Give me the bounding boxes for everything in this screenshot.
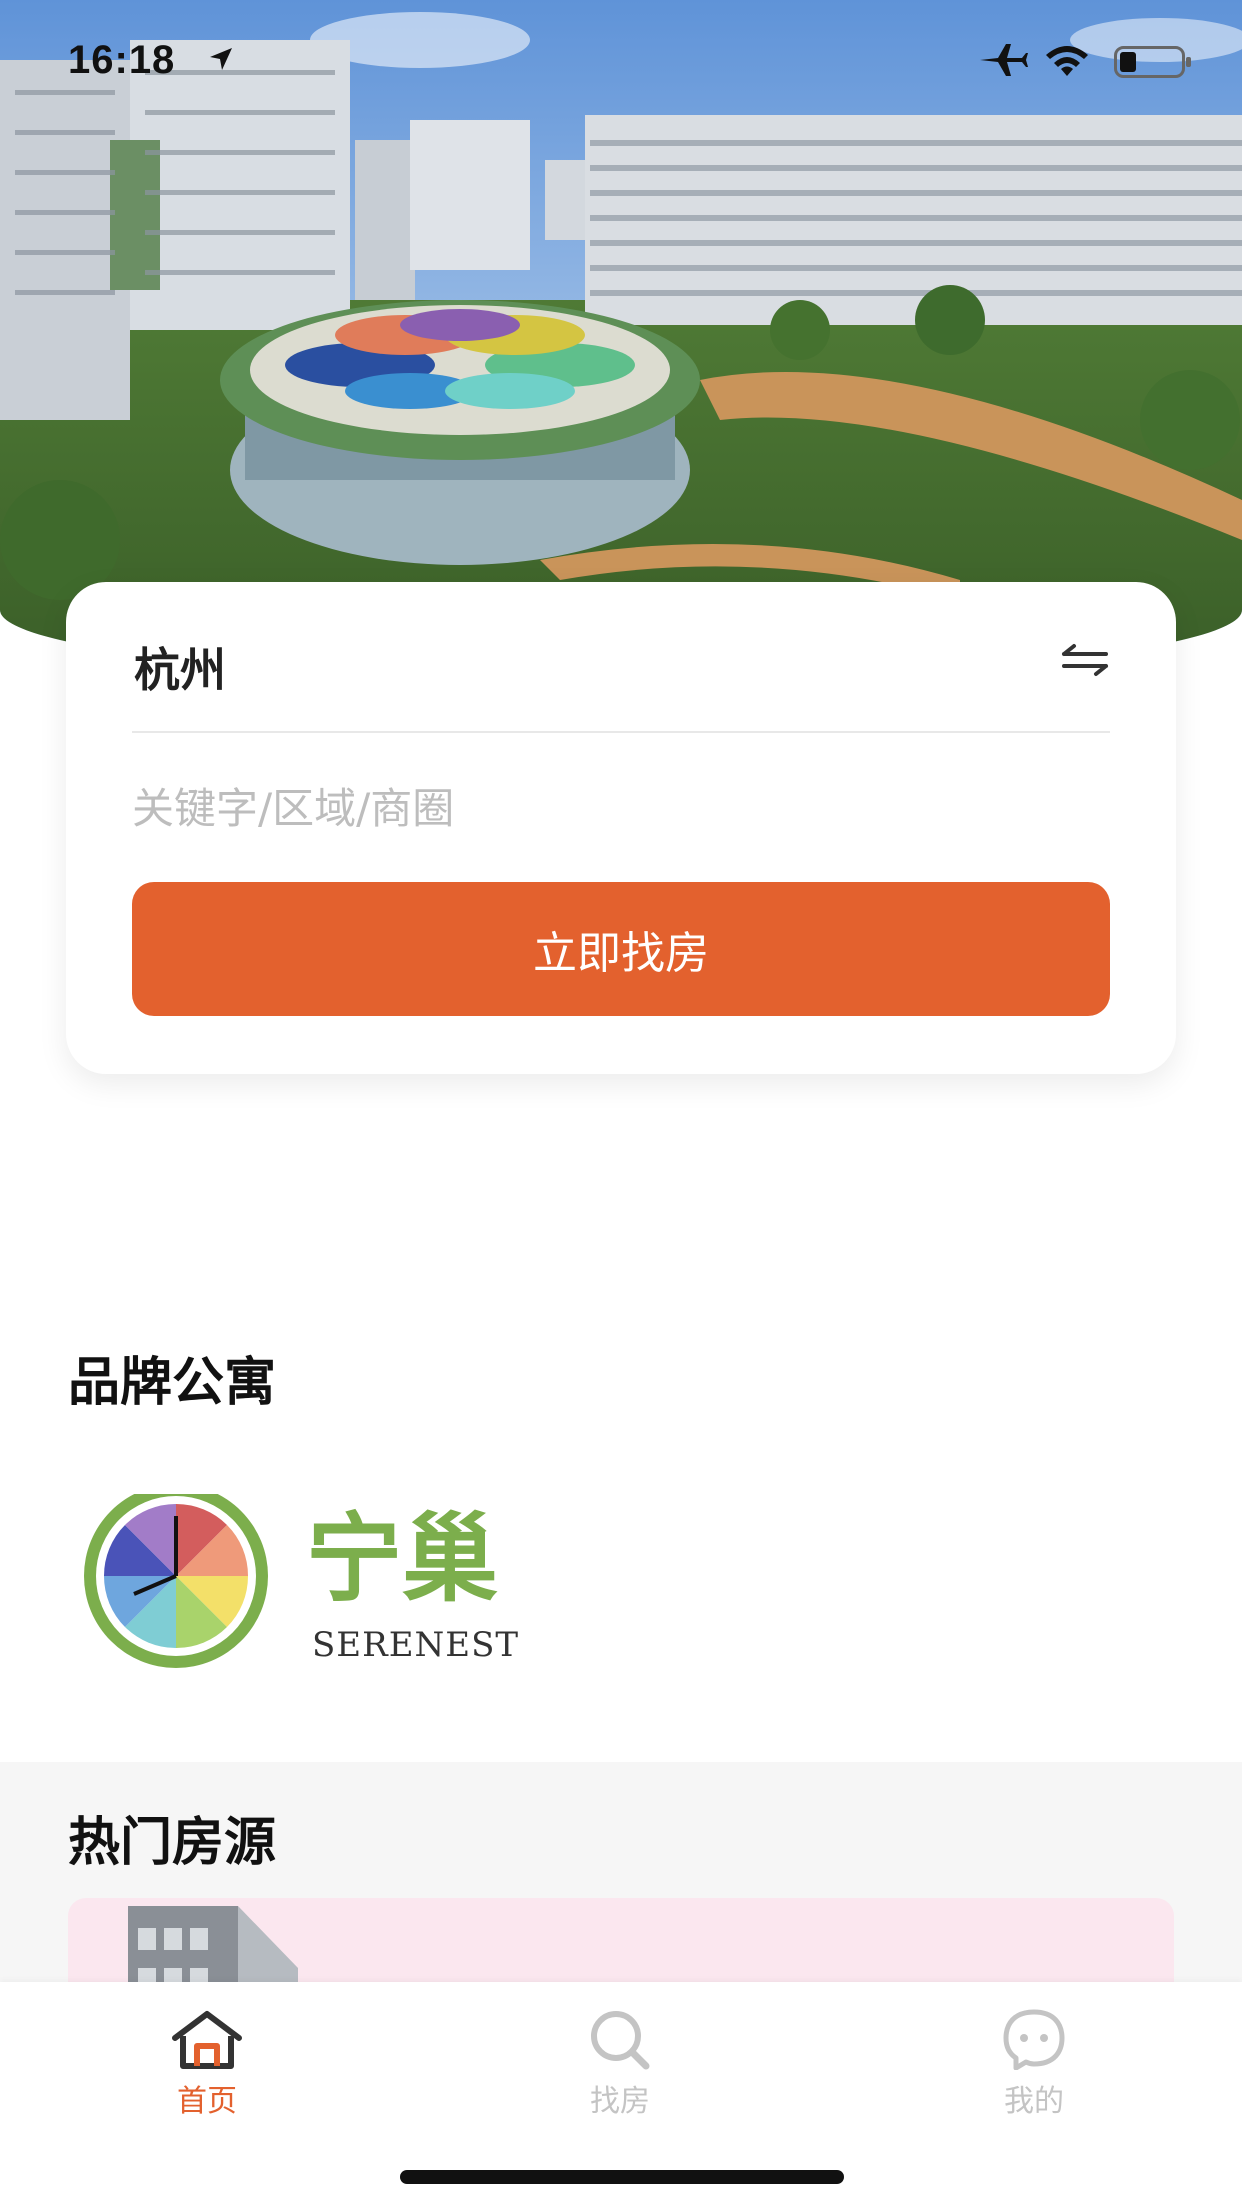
battery-icon xyxy=(1114,46,1191,78)
card-divider xyxy=(132,731,1110,733)
status-time: 16:18 xyxy=(68,38,176,82)
wifi-icon xyxy=(1046,46,1088,76)
hot-listings-title: 热门房源 xyxy=(68,1813,277,1873)
home-icon xyxy=(172,2011,242,2069)
city-selector[interactable]: 杭州 xyxy=(134,634,226,700)
home-indicator[interactable] xyxy=(400,2170,844,2184)
swap-city-icon[interactable] xyxy=(1060,640,1110,680)
tab-label-find-house: 找房 xyxy=(590,2084,650,2119)
tab-label-profile: 我的 xyxy=(1004,2084,1064,2119)
keyword-search-input[interactable] xyxy=(132,768,1112,848)
profile-icon xyxy=(1003,2009,1065,2070)
location-arrow-icon xyxy=(210,48,232,70)
logo-subtext: SERENEST xyxy=(312,1625,519,1665)
serenest-brand-logo[interactable]: 宁巢 SERENEST xyxy=(76,1484,526,1674)
status-bar: 16:18 xyxy=(0,0,1242,120)
search-card: 杭州 立即找房 xyxy=(66,582,1176,1074)
search-icon xyxy=(591,2011,650,2070)
airplane-mode-icon xyxy=(980,44,1028,76)
find-house-button[interactable]: 立即找房 xyxy=(132,882,1110,1016)
brand-apartments-title: 品牌公寓 xyxy=(68,1353,277,1413)
tab-label-home: 首页 xyxy=(177,2084,237,2119)
tab-find-house[interactable]: 找房 xyxy=(520,2008,720,2128)
logo-text: 宁巢 xyxy=(306,1503,498,1615)
tab-home[interactable]: 首页 xyxy=(107,2008,307,2128)
tab-profile[interactable]: 我的 xyxy=(934,2008,1134,2128)
